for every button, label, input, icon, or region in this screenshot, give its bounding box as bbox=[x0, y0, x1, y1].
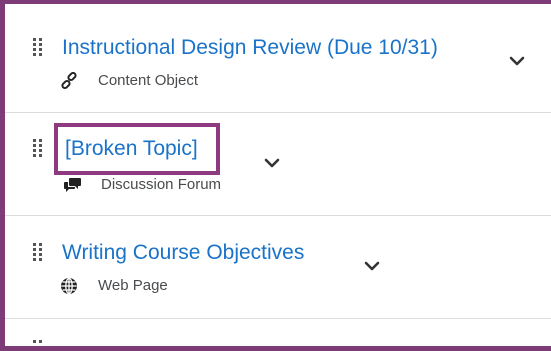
chevron-down-icon[interactable] bbox=[509, 54, 525, 66]
chevron-down-icon[interactable] bbox=[264, 156, 280, 168]
highlight-box bbox=[54, 123, 220, 175]
topic-title-link[interactable]: Instructional Design Review (Due 10/31) bbox=[62, 36, 438, 60]
topic-title-link[interactable]: Writing Course Objectives bbox=[62, 241, 304, 265]
drag-handle-icon[interactable] bbox=[33, 340, 43, 346]
topic-type-label: Content Object bbox=[98, 72, 199, 89]
drag-handle-icon[interactable] bbox=[33, 139, 43, 157]
discussion-icon bbox=[64, 176, 82, 194]
topic-type-label: Web Page bbox=[98, 277, 168, 294]
topic-type-label: Discussion Forum bbox=[101, 176, 222, 193]
chevron-down-icon[interactable] bbox=[364, 259, 380, 271]
divider bbox=[5, 215, 551, 216]
link-icon bbox=[60, 71, 78, 90]
globe-icon bbox=[60, 277, 78, 295]
divider bbox=[5, 112, 551, 113]
divider bbox=[5, 318, 551, 319]
drag-handle-icon[interactable] bbox=[33, 243, 43, 261]
drag-handle-icon[interactable] bbox=[33, 38, 43, 56]
